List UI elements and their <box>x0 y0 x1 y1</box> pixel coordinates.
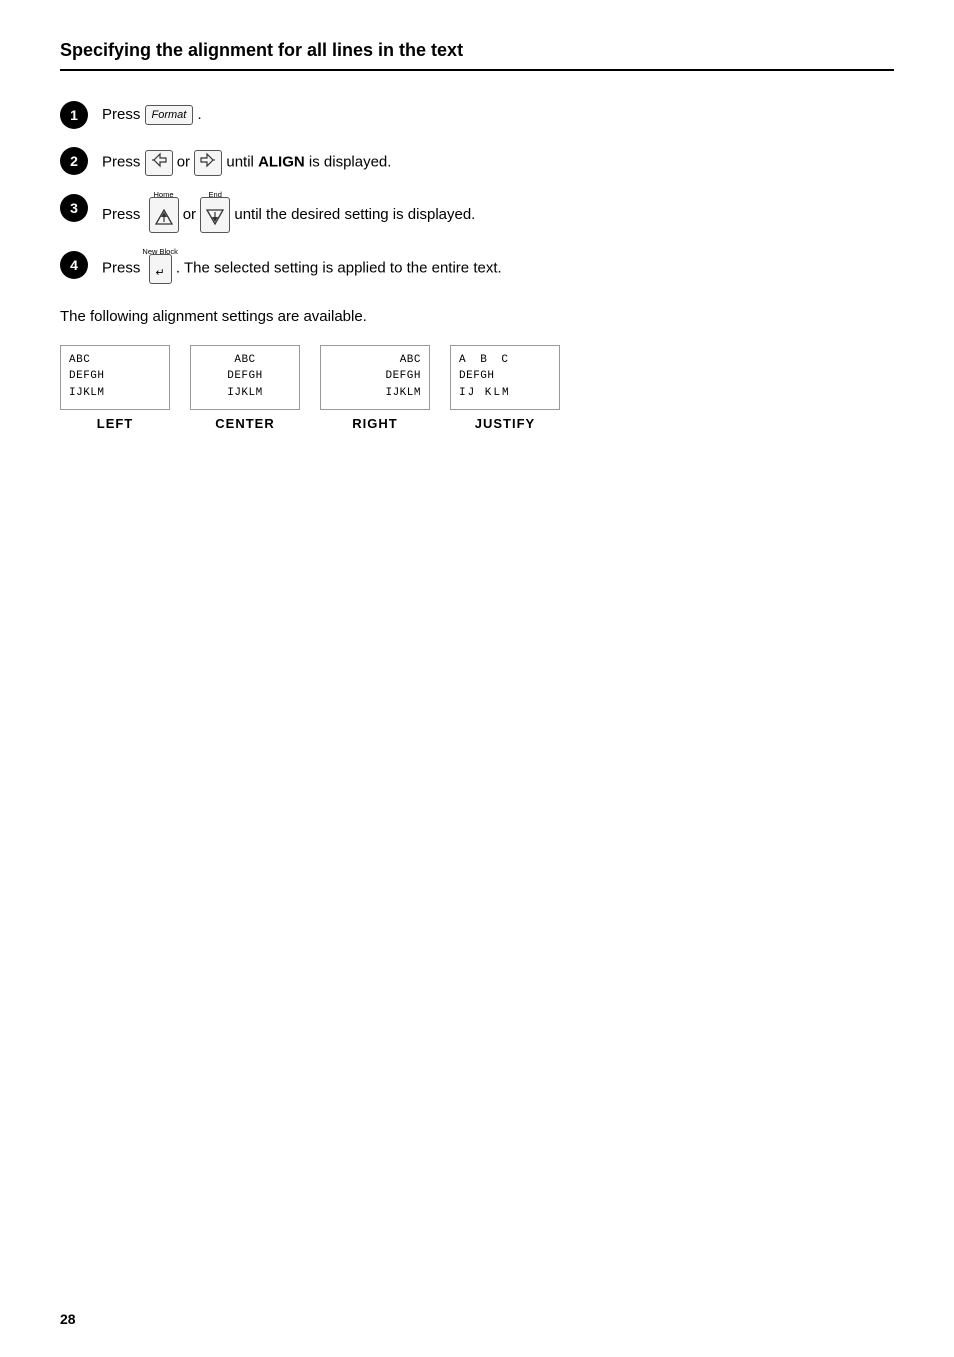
up-arrow-icon <box>154 208 174 226</box>
label-right: RIGHT <box>320 416 430 431</box>
step-4-text: Press New Block ↵ . The selected setting… <box>102 251 502 284</box>
align-box-right: ABC DEFGH IJKLM <box>320 345 430 410</box>
step-badge-3: 3 <box>60 194 88 222</box>
align-box-justify: A B C DEFGH IJ KLM <box>450 345 560 410</box>
step-2: 2 Press or until ALIGN is displayed. <box>60 147 894 176</box>
step-badge-4: 4 <box>60 251 88 279</box>
step-3-text: Press Home or End <box>102 194 475 234</box>
arrow-right-icon <box>199 152 217 168</box>
format-key: Format <box>145 105 194 126</box>
step-4: 4 Press New Block ↵ . The selected setti… <box>60 251 894 284</box>
step-3: 3 Press Home or End <box>60 194 894 234</box>
step-1-text: Press Format . <box>102 101 202 127</box>
step-badge-2: 2 <box>60 147 88 175</box>
page-number: 28 <box>60 1311 76 1327</box>
label-center: CENTER <box>190 416 300 431</box>
step-1: 1 Press Format . <box>60 101 894 129</box>
arrow-right-key <box>194 150 222 176</box>
page-title: Specifying the alignment for all lines i… <box>60 40 894 71</box>
end-key: End <box>200 197 230 234</box>
label-left: LEFT <box>60 416 170 431</box>
steps-container: 1 Press Format . 2 Press or <box>60 101 894 284</box>
step-badge-1: 1 <box>60 101 88 129</box>
alignment-labels: LEFT CENTER RIGHT JUSTIFY <box>60 416 894 431</box>
arrow-left-icon <box>150 152 168 168</box>
align-box-left: ABC DEFGH IJKLM <box>60 345 170 410</box>
following-text: The following alignment settings are ava… <box>60 308 894 325</box>
enter-key: New Block ↵ <box>149 254 172 284</box>
label-justify: JUSTIFY <box>450 416 560 431</box>
down-arrow-icon <box>205 208 225 226</box>
step-2-text: Press or until ALIGN is displayed. <box>102 147 391 176</box>
align-box-center: ABC DEFGH IJKLM <box>190 345 300 410</box>
alignment-samples: ABC DEFGH IJKLM ABC DEFGH IJKLM ABC DEFG… <box>60 345 894 410</box>
home-key: Home <box>149 197 179 234</box>
arrow-left-key <box>145 150 173 176</box>
